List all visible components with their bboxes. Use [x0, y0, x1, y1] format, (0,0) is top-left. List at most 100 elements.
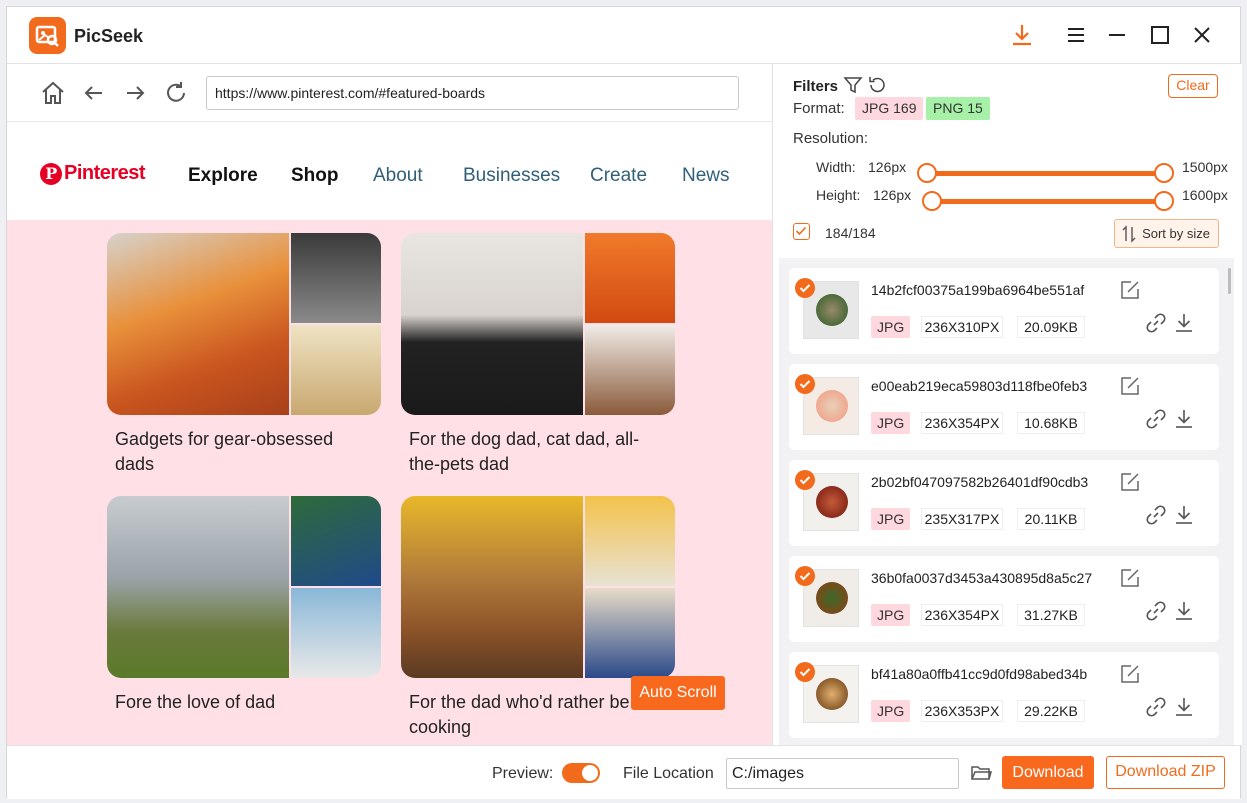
format-badge: JPG — [871, 604, 911, 626]
edit-icon[interactable] — [1119, 279, 1141, 301]
title-bar: PicSeek — [7, 7, 1240, 64]
download-icon[interactable] — [1173, 600, 1195, 622]
board-title[interactable]: For the dad who'd rather be cooking — [409, 690, 669, 740]
image-select-checkbox[interactable] — [795, 374, 815, 394]
download-icon[interactable] — [1173, 408, 1195, 430]
preview-toggle[interactable] — [562, 763, 600, 783]
board-title[interactable]: For the dog dad, cat dad, all-the-pets d… — [409, 427, 669, 477]
auto-scroll-button[interactable]: Auto Scroll — [631, 676, 725, 710]
image-card[interactable]: e00eab219eca59803d118fbe0feb3 JPG 236X354P… — [789, 364, 1219, 450]
board-card-golf[interactable] — [107, 496, 381, 678]
format-badge: JPG — [871, 412, 911, 434]
app-title: PicSeek — [74, 26, 144, 46]
close-icon[interactable] — [1190, 23, 1214, 47]
width-min: 126px — [868, 159, 907, 175]
url-input[interactable]: https://www.pinterest.com/#featured-boar… — [206, 76, 739, 110]
height-slider-max-handle[interactable] — [1154, 191, 1174, 211]
minimize-icon[interactable] — [1105, 23, 1129, 47]
edit-icon[interactable] — [1119, 663, 1141, 685]
sort-icon — [1122, 225, 1136, 243]
resolution-label: Resolution: — [793, 130, 869, 147]
scrollbar-thumb[interactable] — [1228, 268, 1231, 294]
board-title[interactable]: Fore the love of dad — [115, 690, 375, 715]
nav-about[interactable]: About — [373, 165, 423, 187]
filesize-badge: 29.22KB — [1017, 700, 1085, 722]
filter-icon[interactable] — [843, 75, 863, 95]
height-slider-track[interactable] — [932, 199, 1163, 204]
dimensions-badge: 236X354PX — [921, 604, 1003, 626]
width-label: Width: — [816, 159, 856, 175]
edit-icon[interactable] — [1119, 567, 1141, 589]
image-card[interactable]: 2b02bf047097582b26401df90cdb3 JPG 235X317P… — [789, 460, 1219, 546]
board-image-main — [401, 233, 583, 415]
nav-create[interactable]: Create — [590, 165, 647, 187]
nav-businesses[interactable]: Businesses — [463, 165, 560, 187]
edit-icon[interactable] — [1119, 375, 1141, 397]
format-badge-jpg[interactable]: JPG 169 — [855, 97, 924, 120]
boards-grid: Gadgets for gear-obsessed dads For the d… — [7, 220, 772, 745]
menu-icon[interactable] — [1064, 23, 1088, 47]
filesize-badge: 10.68KB — [1017, 412, 1085, 434]
image-select-checkbox[interactable] — [795, 470, 815, 490]
home-icon[interactable] — [40, 80, 66, 106]
refresh-icon[interactable] — [163, 80, 189, 106]
nav-explore[interactable]: Explore — [188, 165, 258, 187]
image-card[interactable]: 36b0fa0037d3453a430895d8a5c27 JPG 236X354P… — [789, 556, 1219, 642]
board-image-thumb — [585, 588, 675, 678]
preview-label: Preview: — [492, 765, 554, 782]
filesize-badge: 20.11KB — [1017, 508, 1085, 530]
maximize-icon[interactable] — [1148, 23, 1172, 47]
format-badge-png[interactable]: PNG 15 — [926, 97, 990, 120]
link-icon[interactable] — [1145, 504, 1167, 526]
board-image-thumb — [291, 496, 381, 586]
image-card[interactable]: bf41a80a0ffb41cc9d0fd98abed34b JPG 236X353… — [789, 652, 1219, 738]
sort-by-size-button[interactable]: Sort by size — [1114, 219, 1219, 248]
width-slider-max-handle[interactable] — [1154, 163, 1174, 183]
file-location-input[interactable]: C:/images — [726, 758, 959, 789]
clear-button[interactable]: Clear — [1168, 74, 1218, 98]
image-list[interactable]: 14b2fcf00375a199ba6964be551af JPG 236X310P… — [779, 258, 1234, 745]
select-all-checkbox[interactable] — [793, 223, 810, 240]
dimensions-badge: 235X317PX — [921, 508, 1003, 530]
link-icon[interactable] — [1145, 696, 1167, 718]
image-filename: 36b0fa0037d3453a430895d8a5c27 — [871, 570, 1093, 586]
pinterest-header: P Pinterest Explore Shop About Businesse… — [7, 122, 772, 220]
board-title[interactable]: Gadgets for gear-obsessed dads — [115, 427, 375, 477]
board-card-pets[interactable] — [401, 233, 675, 415]
download-icon[interactable] — [1173, 312, 1195, 334]
image-select-checkbox[interactable] — [795, 662, 815, 682]
link-icon[interactable] — [1145, 600, 1167, 622]
board-image-main — [107, 233, 289, 415]
link-icon[interactable] — [1145, 408, 1167, 430]
browser-navbar: https://www.pinterest.com/#featured-boar… — [7, 64, 772, 122]
download-manager-icon[interactable] — [1010, 23, 1034, 47]
dimensions-badge: 236X353PX — [921, 700, 1003, 722]
reset-icon[interactable] — [867, 75, 887, 95]
image-card[interactable]: 14b2fcf00375a199ba6964be551af JPG 236X310P… — [789, 268, 1219, 354]
link-icon[interactable] — [1145, 312, 1167, 334]
pinterest-logo[interactable]: P Pinterest — [40, 162, 146, 185]
height-slider-min-handle[interactable] — [922, 191, 942, 211]
nav-news[interactable]: News — [682, 165, 730, 187]
forward-arrow-icon[interactable] — [122, 80, 148, 106]
nav-shop[interactable]: Shop — [291, 165, 339, 187]
bottom-bar: Preview: File Location C:/images Downloa… — [7, 745, 1240, 799]
download-icon[interactable] — [1173, 696, 1195, 718]
folder-icon[interactable] — [970, 762, 992, 784]
image-filename: 2b02bf047097582b26401df90cdb3 — [871, 474, 1089, 490]
board-card-cooking[interactable] — [401, 496, 675, 678]
width-slider-track[interactable] — [927, 171, 1163, 176]
filesize-badge: 31.27KB — [1017, 604, 1085, 626]
board-card-gadgets[interactable] — [107, 233, 381, 415]
download-zip-button[interactable]: Download ZIP — [1106, 756, 1225, 789]
back-arrow-icon[interactable] — [81, 80, 107, 106]
format-badge: JPG — [871, 316, 911, 338]
download-icon[interactable] — [1173, 504, 1195, 526]
image-panel: Filters Clear Format: JPG 169 PNG 15 Res… — [774, 64, 1242, 745]
download-button[interactable]: Download — [1002, 756, 1094, 789]
width-slider-min-handle[interactable] — [917, 163, 937, 183]
image-select-checkbox[interactable] — [795, 566, 815, 586]
board-image-thumb — [585, 325, 675, 415]
edit-icon[interactable] — [1119, 471, 1141, 493]
image-select-checkbox[interactable] — [795, 278, 815, 298]
